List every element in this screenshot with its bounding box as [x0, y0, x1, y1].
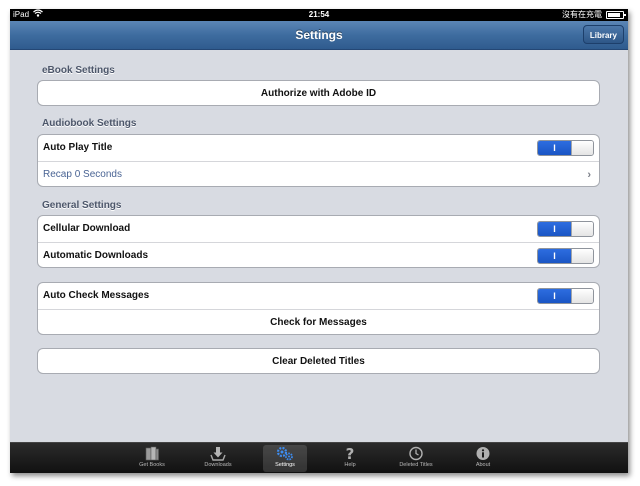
tab-label: About: [475, 462, 491, 468]
toggle-on-indicator: I: [538, 141, 571, 155]
tab-label: Deleted Titles: [399, 462, 433, 468]
toggle-knob: [571, 249, 593, 263]
section-header-ebook: eBook Settings: [42, 65, 115, 76]
section-header-general: General Settings: [42, 200, 122, 211]
auto-check-messages-label: Auto Check Messages: [43, 290, 150, 301]
clear-deleted-titles-button[interactable]: Clear Deleted Titles: [38, 349, 599, 373]
tab-settings[interactable]: Settings: [263, 445, 307, 472]
screenshot-frame: iPad 21:54 沒有在充電 Settings Library eBook …: [0, 0, 640, 486]
clock-icon: [394, 446, 438, 461]
authorize-adobe-id-button[interactable]: Authorize with Adobe ID: [38, 81, 599, 105]
general-settings-group: Cellular Download I Automatic Downloads …: [37, 215, 600, 268]
auto-play-title-row: Auto Play Title I: [38, 135, 599, 161]
toggle-knob: [571, 141, 593, 155]
tab-help[interactable]: ? Help: [328, 445, 372, 472]
section-header-audiobook: Audiobook Settings: [42, 118, 137, 129]
get-books-icon: [130, 446, 174, 461]
tab-get-books[interactable]: Get Books: [130, 445, 174, 472]
auto-play-title-label: Auto Play Title: [43, 142, 113, 153]
tab-label: Get Books: [139, 462, 165, 468]
toggle-on-indicator: I: [538, 249, 571, 263]
toggle-on-indicator: I: [538, 222, 571, 236]
cellular-download-toggle[interactable]: I: [537, 221, 594, 237]
cellular-download-row: Cellular Download I: [38, 216, 599, 242]
svg-text:?: ?: [346, 446, 355, 461]
ipad-screen: iPad 21:54 沒有在充電 Settings Library eBook …: [10, 9, 628, 473]
clear-titles-group: Clear Deleted Titles: [37, 348, 600, 374]
status-time: 21:54: [308, 10, 330, 19]
tab-bar: Get Books Downloads Settings ? Help Dele…: [10, 442, 628, 473]
info-icon: [461, 446, 505, 461]
check-for-messages-button[interactable]: Check for Messages: [38, 309, 599, 334]
battery-status-text: 沒有在充電: [562, 10, 602, 19]
navigation-bar: Settings Library: [10, 21, 628, 50]
automatic-downloads-toggle[interactable]: I: [537, 248, 594, 264]
recap-value: 0 Seconds: [74, 169, 122, 180]
toggle-on-indicator: I: [538, 289, 571, 303]
battery-icon: [606, 11, 626, 19]
ebook-settings-group: Authorize with Adobe ID: [37, 80, 600, 106]
cellular-download-label: Cellular Download: [43, 223, 131, 234]
toggle-knob: [571, 222, 593, 236]
auto-check-messages-row: Auto Check Messages I: [38, 283, 599, 309]
chevron-right-icon: ›: [587, 169, 591, 181]
status-bar: iPad 21:54 沒有在充電: [10, 9, 628, 21]
automatic-downloads-label: Automatic Downloads: [43, 250, 149, 261]
library-button[interactable]: Library: [582, 25, 624, 44]
automatic-downloads-row: Automatic Downloads I: [38, 242, 599, 267]
tab-about[interactable]: About: [461, 445, 505, 472]
gears-icon: [263, 446, 307, 461]
tab-deleted-titles[interactable]: Deleted Titles: [394, 445, 438, 472]
downloads-icon: [196, 446, 240, 461]
tab-label: Settings: [275, 462, 295, 468]
tab-label: Help: [344, 462, 356, 468]
auto-play-title-toggle[interactable]: I: [537, 140, 594, 156]
toggle-knob: [571, 289, 593, 303]
audiobook-settings-group: Auto Play Title I Recap 0 Seconds ›: [37, 134, 600, 187]
recap-row[interactable]: Recap 0 Seconds ›: [38, 161, 599, 186]
page-title: Settings: [295, 28, 343, 42]
tab-downloads[interactable]: Downloads: [196, 445, 240, 472]
tab-label: Downloads: [204, 462, 232, 468]
settings-content[interactable]: eBook Settings Authorize with Adobe ID A…: [10, 50, 628, 442]
messages-settings-group: Auto Check Messages I Check for Messages: [37, 282, 600, 335]
status-right: 沒有在充電: [562, 9, 626, 21]
recap-label: Recap: [43, 169, 72, 180]
auto-check-messages-toggle[interactable]: I: [537, 288, 594, 304]
question-icon: ?: [328, 446, 372, 461]
